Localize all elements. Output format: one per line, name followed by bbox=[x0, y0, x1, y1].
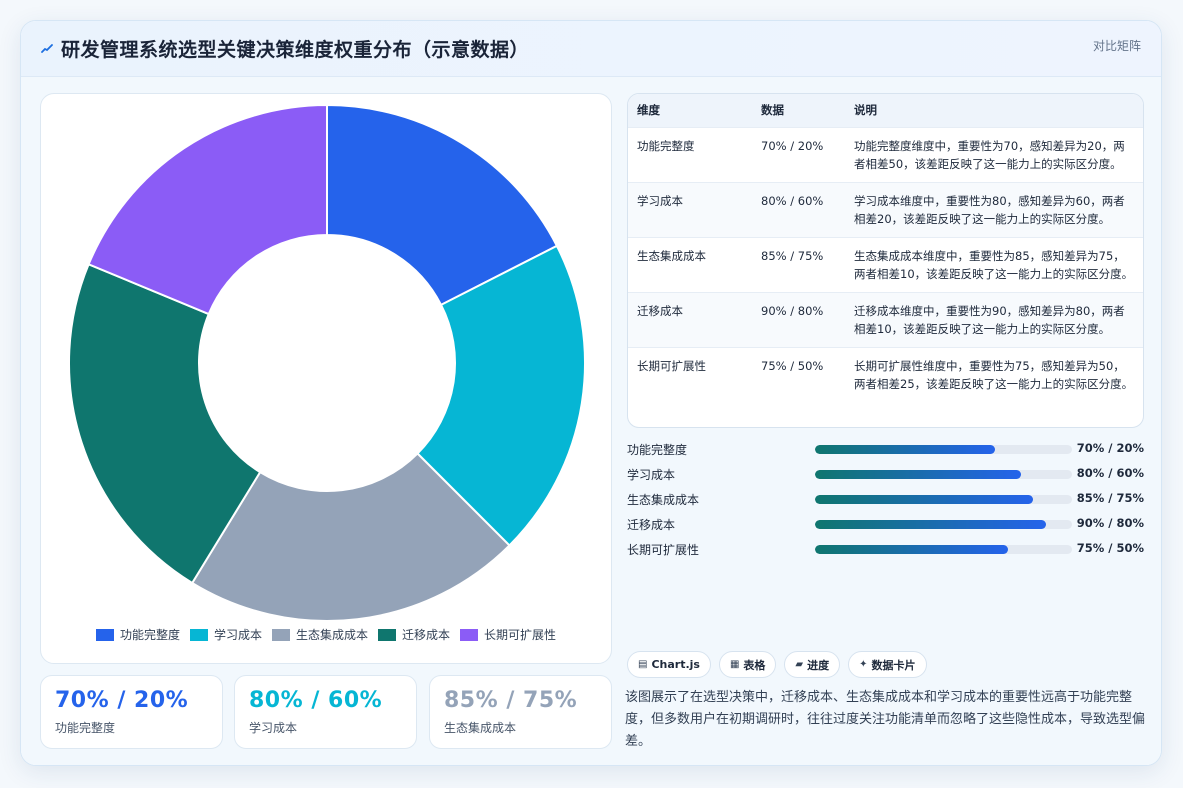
progress-value: 75% / 50% bbox=[1076, 541, 1144, 555]
chart-description: 该图展示了在选型决策中，迁移成本、生态集成成本和学习成本的重要性远高于功能完整度… bbox=[625, 690, 1146, 749]
progress-row: 迁移成本 90% / 80% bbox=[627, 514, 1144, 539]
table-row: 学习成本 80% / 60% 学习成本维度中，重要性为80，感知差异为60，两者… bbox=[628, 181, 1143, 237]
cell-description: 生态集成成本维度中，重要性为85，感知差异为75，两者相差10，该差距反映了这一… bbox=[845, 236, 1143, 292]
card-header: 研发管理系统选型关键决策维度权重分布（示意数据） 对比矩阵 bbox=[21, 21, 1161, 77]
cell-description: 长期可扩展性维度中，重要性为75，感知差异为50，两者相差25，该差距反映了这一… bbox=[845, 346, 1143, 402]
header-tag[interactable]: 对比矩阵 bbox=[1093, 37, 1141, 54]
stat-label: 学习成本 bbox=[249, 721, 298, 735]
chip-label: 表格 bbox=[743, 658, 766, 672]
doughnut-chart-panel: 功能完整度 学习成本 生态集成成本 迁移成本 长期可扩展性 bbox=[40, 93, 612, 664]
data-table: 维度 数据 说明 功能完整度 70% / 20% 功能完整度维度中，重要性为70… bbox=[628, 94, 1143, 402]
chip-chartjs[interactable]: ▤ Chart.js bbox=[627, 651, 711, 678]
stat-value: 80% / 60% bbox=[249, 688, 383, 713]
progress-row: 学习成本 80% / 60% bbox=[627, 464, 1144, 489]
column-header: 数据 bbox=[761, 103, 784, 118]
chip-data-cards[interactable]: ✦ 数据卡片 bbox=[848, 651, 927, 678]
folder-icon: ▰ bbox=[795, 659, 804, 670]
stat-card-2: 80% / 60% 学习成本 bbox=[234, 675, 417, 749]
progress-row: 功能完整度 70% / 20% bbox=[627, 439, 1144, 464]
stat-card-3: 85% / 75% 生态集成成本 bbox=[429, 675, 612, 749]
table-row: 功能完整度 70% / 20% 功能完整度维度中，重要性为70，感知差异为20，… bbox=[628, 126, 1143, 182]
cell-data: 75% / 50% bbox=[752, 346, 845, 402]
cell-dimension: 生态集成成本 bbox=[628, 236, 752, 292]
progress-fill bbox=[815, 520, 1047, 529]
legend-swatch bbox=[189, 628, 208, 641]
table-icon: ▦ bbox=[729, 659, 740, 670]
progress-label: 功能完整度 bbox=[627, 443, 688, 457]
column-header: 维度 bbox=[637, 103, 660, 118]
progress-value: 85% / 75% bbox=[1076, 491, 1144, 505]
progress-row: 长期可扩展性 75% / 50% bbox=[627, 539, 1144, 564]
legend-item[interactable]: 功能完整度 bbox=[95, 626, 180, 643]
cell-data: 80% / 60% bbox=[752, 181, 845, 237]
column-header: 说明 bbox=[854, 103, 877, 118]
table-row: 迁移成本 90% / 80% 迁移成本维度中，重要性为90，感知差异为80，两者… bbox=[628, 291, 1143, 347]
legend-swatch bbox=[271, 628, 290, 641]
cell-description: 学习成本维度中，重要性为80，感知差异为60，两者相差20，该差距反映了这一能力… bbox=[845, 181, 1143, 237]
card-body: 功能完整度 学习成本 生态集成成本 迁移成本 长期可扩展性 70% / 20% 功能完整… bbox=[21, 77, 1161, 765]
progress-track bbox=[815, 495, 1072, 504]
cell-description: 迁移成本维度中，重要性为90，感知差异为80，两者相差10，该差距反映了这一能力… bbox=[845, 291, 1143, 347]
stat-label: 生态集成成本 bbox=[444, 721, 517, 735]
legend-item[interactable]: 学习成本 bbox=[189, 626, 262, 643]
progress-fill bbox=[815, 445, 995, 454]
chart-icon: ▤ bbox=[638, 659, 648, 670]
page-title: 研发管理系统选型关键决策维度权重分布（示意数据） bbox=[61, 39, 530, 61]
chart-legend: 功能完整度 学习成本 生态集成成本 迁移成本 长期可扩展性 bbox=[41, 626, 611, 643]
progress-fill bbox=[815, 495, 1034, 504]
sparkle-icon: ✦ bbox=[859, 659, 868, 670]
legend-item[interactable]: 迁移成本 bbox=[378, 626, 450, 643]
cell-data: 90% / 80% bbox=[752, 291, 845, 347]
progress-label: 生态集成成本 bbox=[627, 493, 700, 507]
legend-item[interactable]: 长期可扩展性 bbox=[460, 626, 556, 643]
legend-label: 学习成本 bbox=[213, 628, 262, 642]
view-chips: ▤ Chart.js ▦ 表格 ▰ 进度 ✦ 数据卡片 bbox=[627, 651, 927, 678]
legend-swatch bbox=[378, 628, 396, 641]
progress-fill bbox=[815, 545, 1008, 554]
legend-label: 功能完整度 bbox=[119, 628, 180, 642]
cell-dimension: 迁移成本 bbox=[628, 291, 752, 347]
legend-label: 长期可扩展性 bbox=[484, 628, 557, 642]
table-row: 长期可扩展性 75% / 50% 长期可扩展性维度中，重要性为75，感知差异为5… bbox=[628, 346, 1143, 402]
stat-card-1: 70% / 20% 功能完整度 bbox=[40, 675, 223, 749]
progress-track bbox=[815, 445, 1072, 454]
progress-value: 90% / 80% bbox=[1076, 516, 1144, 530]
progress-fill bbox=[815, 470, 1021, 479]
cell-dimension: 学习成本 bbox=[628, 181, 752, 237]
progress-track bbox=[815, 520, 1072, 529]
cell-dimension: 功能完整度 bbox=[628, 126, 752, 182]
progress-track bbox=[815, 545, 1072, 554]
progress-value: 70% / 20% bbox=[1076, 441, 1144, 455]
stat-label: 功能完整度 bbox=[55, 721, 116, 735]
cell-data: 70% / 20% bbox=[752, 126, 845, 182]
legend-item[interactable]: 生态集成成本 bbox=[271, 626, 368, 643]
chip-label: 进度 bbox=[807, 658, 830, 672]
data-table-panel: 维度 数据 说明 功能完整度 70% / 20% 功能完整度维度中，重要性为70… bbox=[627, 93, 1144, 428]
cell-data: 85% / 75% bbox=[752, 236, 845, 292]
dashboard-card: 研发管理系统选型关键决策维度权重分布（示意数据） 对比矩阵 功能完整度 学习成本生… bbox=[20, 20, 1162, 766]
doughnut-chart bbox=[68, 103, 586, 622]
progress-value: 80% / 60% bbox=[1076, 466, 1144, 480]
stat-value: 70% / 20% bbox=[55, 688, 189, 713]
cell-description: 功能完整度维度中，重要性为70，感知差异为20，两者相差50，该差距反映了这一能… bbox=[845, 126, 1143, 182]
cell-dimension: 长期可扩展性 bbox=[628, 346, 752, 402]
progress-list: 功能完整度 70% / 20% 学习成本 80% / 60% 生态集成成本 85… bbox=[627, 439, 1144, 564]
progress-row: 生态集成成本 85% / 75% bbox=[627, 489, 1144, 514]
chip-label: Chart.js bbox=[651, 658, 700, 671]
legend-swatch bbox=[95, 628, 114, 641]
chart-line-icon bbox=[41, 43, 53, 54]
progress-track bbox=[815, 470, 1072, 479]
table-header-row: 维度 数据 说明 bbox=[628, 94, 1143, 127]
table-row: 生态集成成本 85% / 75% 生态集成成本维度中，重要性为85，感知差异为7… bbox=[628, 236, 1143, 292]
progress-label: 迁移成本 bbox=[627, 518, 676, 532]
progress-label: 学习成本 bbox=[627, 468, 676, 482]
chip-label: 数据卡片 bbox=[871, 658, 916, 672]
legend-label: 迁移成本 bbox=[402, 628, 451, 642]
legend-swatch bbox=[460, 628, 479, 641]
stat-value: 85% / 75% bbox=[444, 688, 578, 713]
chip-table[interactable]: ▦ 表格 bbox=[718, 651, 777, 678]
legend-label: 生态集成成本 bbox=[295, 628, 368, 642]
progress-label: 长期可扩展性 bbox=[627, 543, 700, 557]
chip-progress[interactable]: ▰ 进度 bbox=[784, 651, 841, 678]
